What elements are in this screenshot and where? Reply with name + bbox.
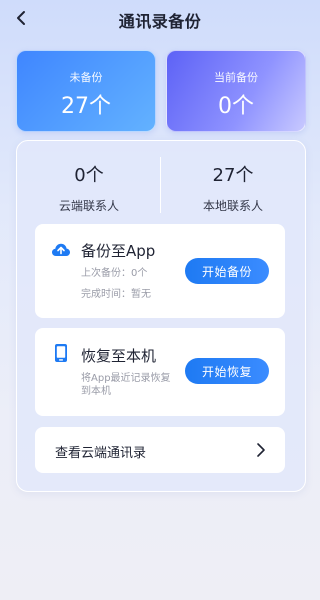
start-restore-button[interactable]: 开始恢复 [185,358,269,384]
restore-title: 恢复至本机 [81,347,157,365]
current-backup-label: 当前备份 [214,71,258,84]
start-backup-button[interactable]: 开始备份 [185,258,269,284]
header: 通讯录备份 [0,0,320,38]
last-backup-text: 上次备份：0个 [81,268,148,279]
not-backed-up-label: 未备份 [69,71,103,84]
cloud-contacts-value: 0个 [74,165,104,186]
local-contacts-label: 本地联系人 [202,199,263,213]
cloud-contacts-count: 0个 云端联系人 [17,161,161,214]
page-title: 通讯录备份 [118,12,202,31]
view-cloud-contacts-row[interactable]: 查看云端通讯录 [35,427,285,473]
not-backed-up-value: 27个 [61,94,111,119]
local-contacts-count: 27个 本地联系人 [161,161,305,214]
restore-description-line2: 到本机 [81,386,111,397]
cloud-upload-icon [52,243,70,256]
backup-card: 备份至App 上次备份：0个 完成时间：暂无 开始备份 [35,224,285,318]
phone-icon [55,344,67,362]
contacts-panel: 0个 云端联系人 27个 本地联系人 备份至App 上次备份：0个 完成时间：暂… [16,140,306,492]
current-backup-value: 0个 [218,94,254,119]
completed-time-text: 完成时间：暂无 [81,289,151,300]
not-backed-up-card: 未备份 27个 [16,50,156,132]
current-backup-card: 当前备份 0个 [166,50,306,132]
restore-card: 恢复至本机 将App最近记录恢复 到本机 开始恢复 [35,328,285,416]
chevron-right-icon [257,443,265,457]
restore-description-line1: 将App最近记录恢复 [81,373,171,384]
backup-title: 备份至App [81,242,156,260]
cloud-contacts-label: 云端联系人 [58,199,119,213]
local-contacts-value: 27个 [212,165,254,186]
view-cloud-contacts-label: 查看云端通讯录 [55,446,147,461]
